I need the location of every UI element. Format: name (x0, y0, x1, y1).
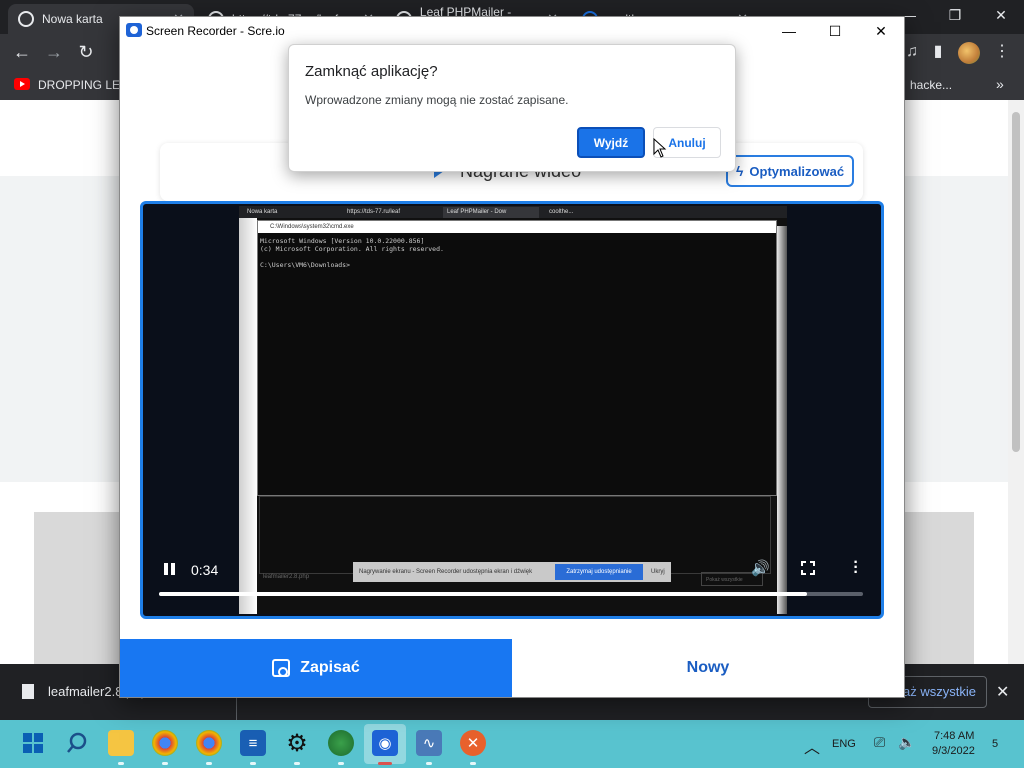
video-player[interactable]: Nowa karta https://tds-77.ru/leaf Leaf P… (140, 201, 884, 619)
video-share-text: Nagrywanie ekranu - Screen Recorder udos… (359, 569, 533, 575)
notepad-icon[interactable]: ≡ (240, 730, 266, 756)
video-tab: coolthe... (549, 209, 574, 215)
windows-start-icon[interactable] (20, 730, 46, 756)
video-tab: https://tds-77.ru/leaf (347, 209, 401, 215)
language-indicator[interactable]: ENG (832, 738, 856, 750)
video-share-bar: Nagrywanie ekranu - Screen Recorder udos… (353, 562, 671, 582)
page-block (904, 512, 974, 664)
window-controls: — ☐ ✕ (766, 17, 904, 45)
taskbar-indicator (338, 762, 344, 765)
dialog-message: Wprowadzone zmiany mogą nie zostać zapis… (305, 93, 569, 107)
volume-icon[interactable]: 🔈 (898, 734, 915, 751)
new-button[interactable]: Nowy (512, 639, 904, 697)
network-icon[interactable]: ⎚ (874, 734, 885, 751)
video-page-edge (777, 226, 787, 614)
video-content: Nowa karta https://tds-77.ru/leaf Leaf P… (239, 206, 787, 614)
video-download-file: leafmailer2.8.php (263, 574, 310, 580)
reload-icon[interactable]: ↻ (74, 40, 98, 64)
chrome-tab-title: Nowa karta (42, 12, 103, 26)
avatar[interactable] (958, 42, 980, 64)
bookmark-item[interactable]: DROPPING LEG (38, 78, 129, 92)
youtube-icon (14, 78, 30, 90)
taskbar-indicator (118, 762, 124, 765)
maximize-icon[interactable]: ☐ (812, 17, 858, 45)
optimize-button-label: Optymalizować (749, 163, 845, 179)
chrome-window-controls: — ❐ ✕ (886, 0, 1024, 30)
page-scrollbar[interactable] (1008, 100, 1024, 664)
taskbar-indicator-active (378, 762, 392, 765)
clock-date[interactable]: 9/3/2022 (932, 745, 975, 757)
taskbar-indicator (470, 762, 476, 765)
chrome-icon (18, 11, 34, 27)
gear-icon[interactable]: ⚙ (284, 730, 310, 757)
chevron-up-icon[interactable]: ︿ (804, 734, 820, 758)
more-options-icon[interactable]: · · · (853, 555, 859, 581)
playback-progress-bar[interactable] (159, 592, 863, 596)
screen-recorder-icon (126, 23, 142, 37)
taskbar-indicator (206, 762, 212, 765)
file-explorer-icon[interactable] (108, 730, 134, 756)
video-page-edge (239, 218, 257, 614)
minimize-icon[interactable]: — (766, 17, 812, 45)
exit-button[interactable]: Wyjdź (577, 127, 645, 158)
close-icon[interactable]: ✕ (858, 17, 904, 45)
video-cmd-output: Microsoft Windows [Version 10.0.22000.85… (260, 237, 444, 269)
close-icon[interactable]: ✕ (978, 0, 1024, 30)
chrome-icon[interactable] (152, 730, 178, 756)
video-hide: Ukryj (651, 569, 665, 575)
screen-recorder-icon[interactable]: ◉ (372, 730, 398, 756)
taskbar-indicator (162, 762, 168, 765)
close-icon[interactable]: ✕ (996, 682, 1009, 702)
close-app-icon[interactable]: ✕ (460, 730, 486, 756)
close-confirm-dialog: Zamknąć aplikację? Wprowadzone zmiany mo… (288, 44, 736, 172)
save-icon (272, 659, 291, 677)
save-button-label: Zapisać (300, 659, 360, 676)
video-tab: Nowa karta (247, 209, 278, 215)
playback-progress-fill (159, 592, 807, 596)
pause-icon[interactable] (163, 562, 177, 576)
scrollbar-thumb[interactable] (1012, 112, 1020, 452)
monitor-icon[interactable]: ∿ (416, 730, 442, 756)
chevron-right-icon[interactable]: » (996, 76, 1004, 92)
restore-icon[interactable]: ❐ (932, 0, 978, 30)
video-tab: Leaf PHPMailer - Dow (443, 207, 539, 218)
file-icon (22, 684, 34, 699)
volume-icon[interactable]: 🔊 (751, 559, 770, 577)
taskbar-indicator (426, 762, 432, 765)
taskbar-indicator (294, 762, 300, 765)
forward-arrow-icon[interactable]: → (42, 40, 66, 64)
dialog-title: Zamknąć aplikację? (305, 63, 438, 80)
sidepanel-icon[interactable]: ▮ (926, 40, 950, 64)
chrome-icon[interactable] (196, 730, 222, 756)
video-stop-share: Zatrzymaj udostępnianie (555, 564, 643, 580)
more-icon[interactable]: ⋮ (990, 40, 1014, 64)
playback-time: 0:34 (191, 562, 219, 578)
search-icon[interactable] (64, 730, 90, 756)
window-title: Screen Recorder - Scre.io (146, 24, 285, 38)
new-button-label: Nowy (686, 659, 730, 676)
save-button[interactable]: Zapisać (120, 639, 512, 697)
taskbar-indicator (250, 762, 256, 765)
fullscreen-icon[interactable] (800, 560, 816, 576)
notification-count[interactable]: 5 (992, 738, 998, 750)
taskbar: ≡ ⚙ ◉ ∿ ✕ ︿ ENG ⎚ 🔈 7:48 AM 9/3/2022 5 (0, 720, 1024, 768)
optimize-button[interactable]: ϟ Optymalizować (726, 155, 854, 187)
video-cmd-title: C:\Windows\system32\cmd.exe (258, 221, 776, 233)
lightning-icon: ϟ (736, 163, 744, 179)
video-cmd-window: C:\Windows\system32\cmd.exe Microsoft Wi… (257, 220, 777, 496)
video-browser-tabs: Nowa karta https://tds-77.ru/leaf Leaf P… (239, 206, 787, 218)
back-arrow-icon[interactable]: ← (10, 40, 34, 64)
app-titlebar: Screen Recorder - Scre.io — ☐ ✕ (120, 17, 904, 45)
clock-time[interactable]: 7:48 AM (934, 730, 974, 742)
bookmark-item[interactable]: hacke... (910, 78, 952, 92)
download-manager-icon[interactable] (328, 730, 354, 756)
